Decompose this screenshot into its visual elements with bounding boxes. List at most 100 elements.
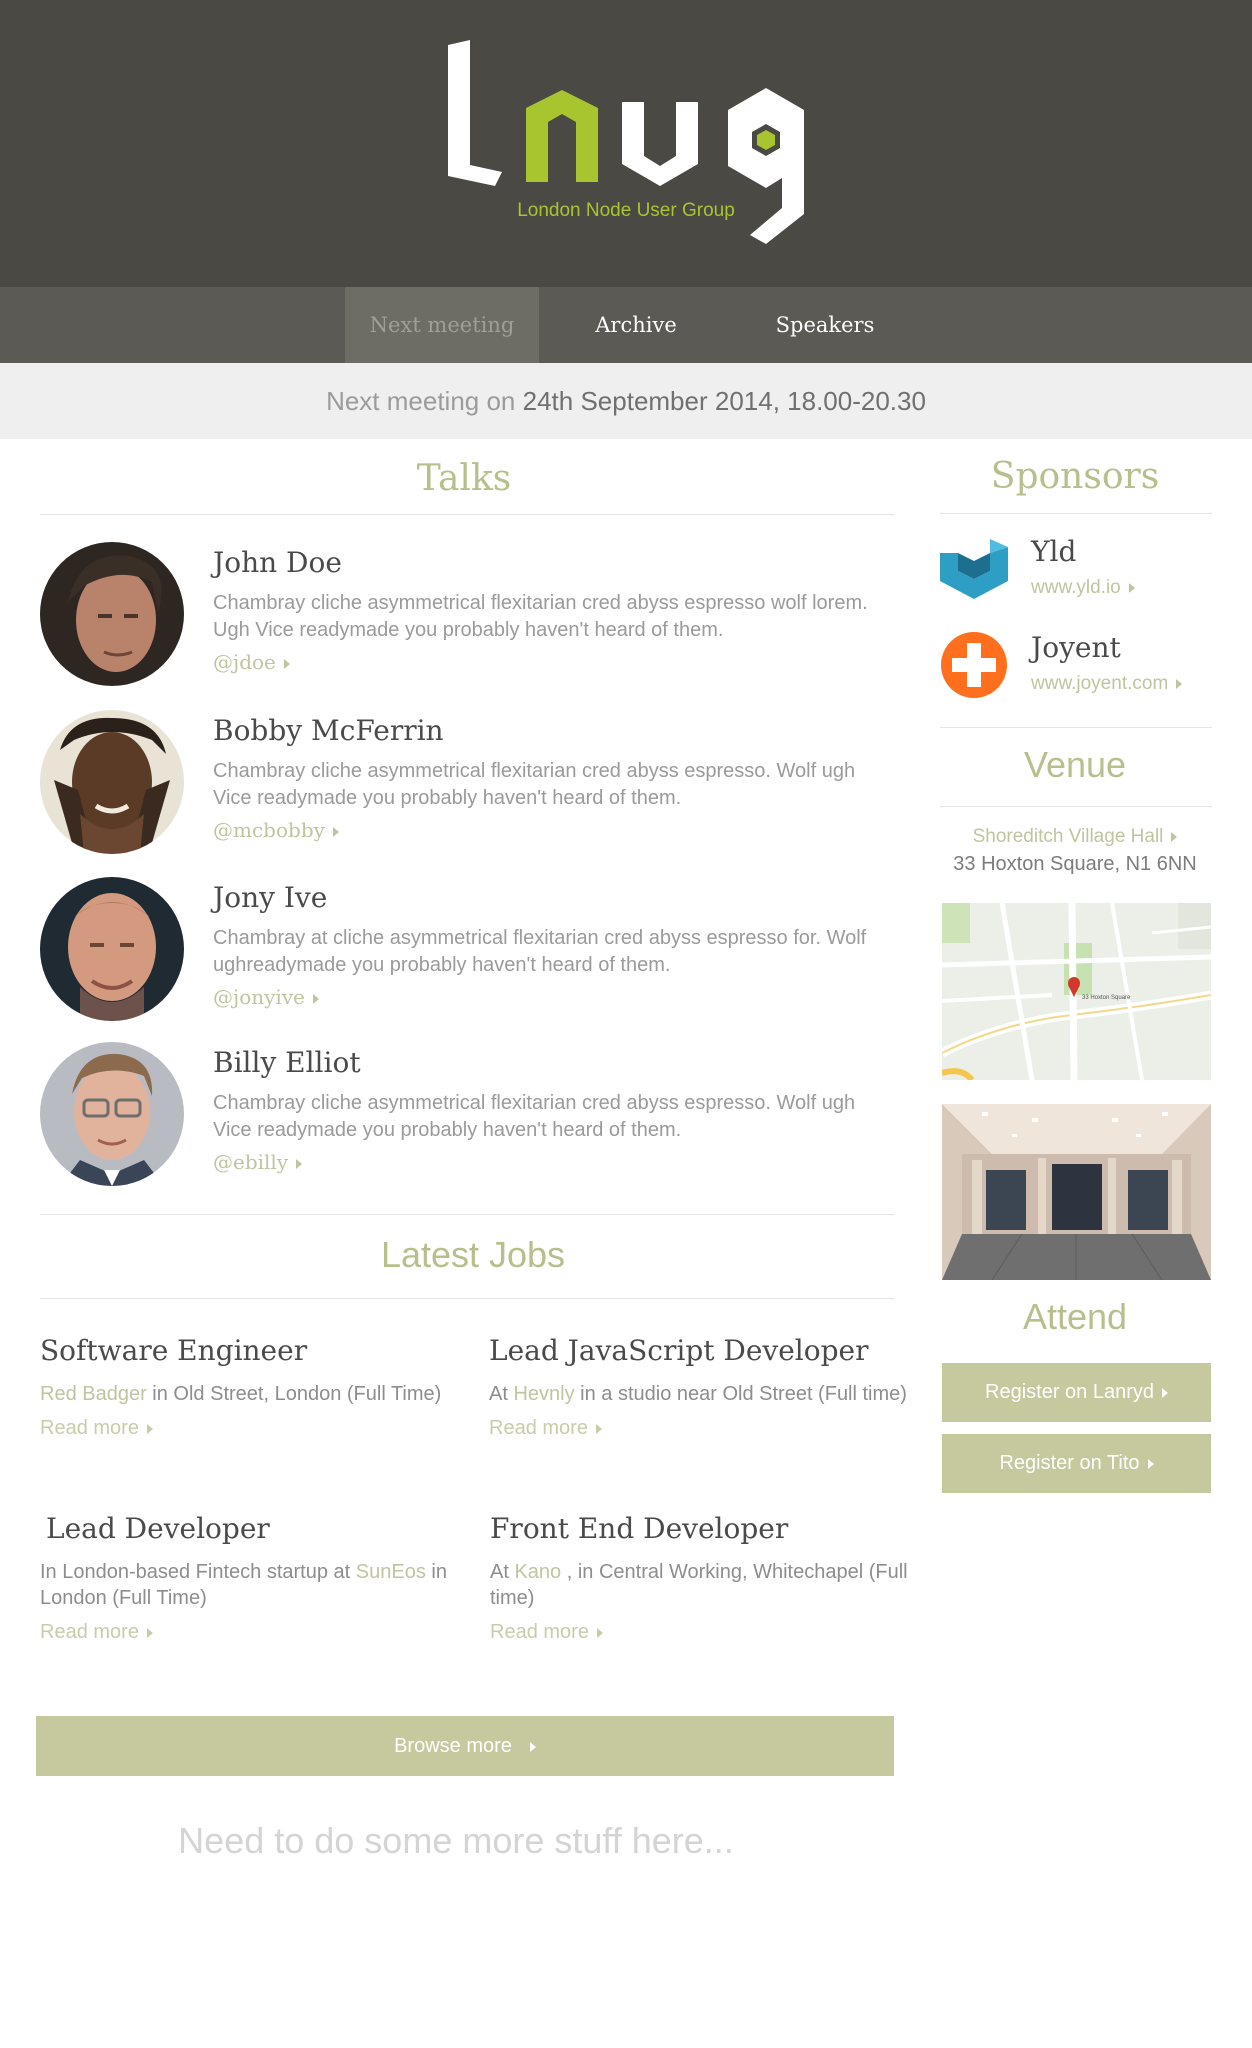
sponsor-name: Joyent bbox=[1031, 631, 1121, 664]
caret-right-icon bbox=[1128, 582, 1135, 593]
site-header: London Node User Group bbox=[0, 0, 1252, 287]
talks-heading: Talks bbox=[416, 458, 512, 499]
caret-right-icon bbox=[332, 826, 339, 837]
talk-item: Billy Elliot Chambray cliche asymmetrica… bbox=[40, 1042, 900, 1192]
divider bbox=[40, 1214, 894, 1215]
avatar bbox=[40, 542, 184, 686]
job-item: Software Engineer Red Badger in Old Stre… bbox=[40, 1334, 460, 1440]
avatar bbox=[40, 710, 184, 854]
handle-text: @mcbobby bbox=[213, 818, 325, 842]
job-description: In London-based Fintech startup at SunEo… bbox=[40, 1559, 466, 1611]
read-more-text: Read more bbox=[40, 1621, 139, 1643]
lnug-logo[interactable] bbox=[440, 40, 820, 255]
talk-description: Chambray cliche asymmetrical flexitarian… bbox=[213, 592, 868, 641]
speaker-name: Bobby McFerrin bbox=[213, 714, 444, 747]
browse-more-label: Browse more bbox=[394, 1735, 512, 1757]
company-link[interactable]: Red Badger bbox=[40, 1383, 147, 1405]
read-more-text: Read more bbox=[40, 1417, 139, 1439]
sponsor-name: Yld bbox=[1031, 535, 1077, 568]
caret-right-icon bbox=[146, 1627, 153, 1638]
register-lanryd-label: Register on Lanryd bbox=[985, 1381, 1154, 1403]
sponsor-url-text: www.joyent.com bbox=[1031, 673, 1169, 694]
latest-jobs-heading: Latest Jobs bbox=[380, 1234, 566, 1275]
speaker-name: John Doe bbox=[213, 546, 342, 579]
read-more-text: Read more bbox=[489, 1417, 588, 1439]
speaker-name: Jony Ive bbox=[213, 881, 328, 914]
browse-more-button[interactable]: Browse more bbox=[36, 1716, 894, 1776]
divider bbox=[940, 806, 1212, 807]
talk-description: Chambray cliche asymmetrical flexitarian… bbox=[213, 1092, 856, 1141]
placeholder-note: Need to do some more stuff here... bbox=[178, 1820, 734, 1861]
caret-right-icon bbox=[283, 658, 290, 669]
divider bbox=[40, 1298, 894, 1299]
job-item: Lead JavaScript Developer At Hevnly in a… bbox=[489, 1334, 909, 1440]
meeting-prefix: Next meeting on bbox=[326, 386, 516, 416]
map-pin-label: 33 Hoxton Square bbox=[1082, 995, 1131, 1001]
job-desc-post: in Old Street, London (Full Time) bbox=[146, 1383, 442, 1405]
read-more-link[interactable]: Read more bbox=[490, 1621, 603, 1644]
handle-text: @jonyive bbox=[213, 985, 305, 1009]
job-title: Lead JavaScript Developer bbox=[489, 1334, 869, 1367]
venue-name-text: Shoreditch Village Hall bbox=[972, 826, 1164, 847]
next-meeting-bar: Next meeting on 24th September 2014, 18.… bbox=[0, 363, 1252, 439]
job-title: Lead Developer bbox=[46, 1512, 270, 1545]
handle-text: @ebilly bbox=[213, 1150, 289, 1174]
twitter-handle-link[interactable]: @jdoe bbox=[213, 650, 290, 674]
talk-description: Chambray cliche asymmetrical flexitarian… bbox=[213, 760, 856, 809]
caret-right-icon bbox=[1176, 678, 1183, 689]
read-more-link[interactable]: Read more bbox=[40, 1417, 153, 1440]
talk-description: Chambray at cliche asymmetrical flexitar… bbox=[213, 927, 867, 976]
twitter-handle-link[interactable]: @ebilly bbox=[213, 1150, 303, 1174]
talk-item: John Doe Chambray cliche asymmetrical fl… bbox=[40, 542, 900, 692]
company-link[interactable]: Kano bbox=[514, 1561, 561, 1583]
speaker-name: Billy Elliot bbox=[213, 1046, 361, 1079]
sponsor-url-link[interactable]: www.joyent.com bbox=[1031, 673, 1183, 695]
venue-map[interactable]: 33 Hoxton Square bbox=[942, 903, 1211, 1080]
twitter-handle-link[interactable]: @mcbobby bbox=[213, 818, 339, 842]
read-more-link[interactable]: Read more bbox=[40, 1621, 153, 1644]
divider bbox=[40, 514, 894, 515]
job-title: Front End Developer bbox=[490, 1512, 789, 1545]
nav-next-meeting[interactable]: Next meeting bbox=[345, 287, 539, 363]
caret-right-icon bbox=[1171, 831, 1178, 842]
job-item: Front End Developer At Kano , in Central… bbox=[490, 1512, 910, 1644]
yld-logo-icon bbox=[940, 539, 1008, 599]
nav-archive[interactable]: Archive bbox=[539, 287, 733, 363]
sponsors-heading: Sponsors bbox=[990, 456, 1160, 497]
job-description: Red Badger in Old Street, London (Full T… bbox=[40, 1381, 460, 1407]
avatar bbox=[40, 877, 184, 1021]
caret-right-icon bbox=[296, 1158, 303, 1169]
sponsor-url-link[interactable]: www.yld.io bbox=[1031, 577, 1135, 599]
nav-speakers[interactable]: Speakers bbox=[733, 287, 917, 363]
caret-right-icon bbox=[1147, 1458, 1154, 1469]
logo-subtitle: London Node User Group bbox=[517, 200, 735, 221]
register-tito-label: Register on Tito bbox=[999, 1452, 1140, 1474]
job-title: Software Engineer bbox=[40, 1334, 308, 1367]
venue-name-link[interactable]: Shoreditch Village Hall bbox=[940, 826, 1210, 848]
caret-right-icon bbox=[312, 993, 319, 1004]
sponsor-item: Joyent www.joyent.com bbox=[940, 631, 1210, 701]
handle-text: @jdoe bbox=[213, 650, 276, 674]
job-desc-pre: In London-based Fintech startup at bbox=[40, 1561, 356, 1583]
sponsor-item: Yld www.yld.io bbox=[940, 535, 1210, 605]
read-more-text: Read more bbox=[490, 1621, 589, 1643]
meeting-date: 24th September 2014, 18.00-20.30 bbox=[522, 386, 926, 416]
caret-right-icon bbox=[595, 1423, 602, 1434]
venue-address: 33 Hoxton Square, N1 6NN bbox=[953, 853, 1197, 875]
job-description: At Hevnly in a studio near Old Street (F… bbox=[489, 1381, 909, 1407]
twitter-handle-link[interactable]: @jonyive bbox=[213, 985, 319, 1009]
caret-right-icon bbox=[146, 1423, 153, 1434]
talk-item: Jony Ive Chambray at cliche asymmetrical… bbox=[40, 877, 900, 1027]
register-lanryd-button[interactable]: Register on Lanryd bbox=[942, 1363, 1211, 1422]
company-link[interactable]: Hevnly bbox=[513, 1383, 574, 1405]
joyent-logo-icon bbox=[941, 632, 1007, 698]
venue-photo bbox=[942, 1104, 1211, 1280]
caret-right-icon bbox=[596, 1627, 603, 1638]
company-link[interactable]: SunEos bbox=[356, 1561, 426, 1583]
divider bbox=[940, 513, 1212, 514]
job-desc-pre: At bbox=[489, 1383, 514, 1405]
sponsor-url-text: www.yld.io bbox=[1031, 577, 1121, 598]
avatar bbox=[40, 1042, 184, 1186]
read-more-link[interactable]: Read more bbox=[489, 1417, 602, 1440]
register-tito-button[interactable]: Register on Tito bbox=[942, 1434, 1211, 1493]
